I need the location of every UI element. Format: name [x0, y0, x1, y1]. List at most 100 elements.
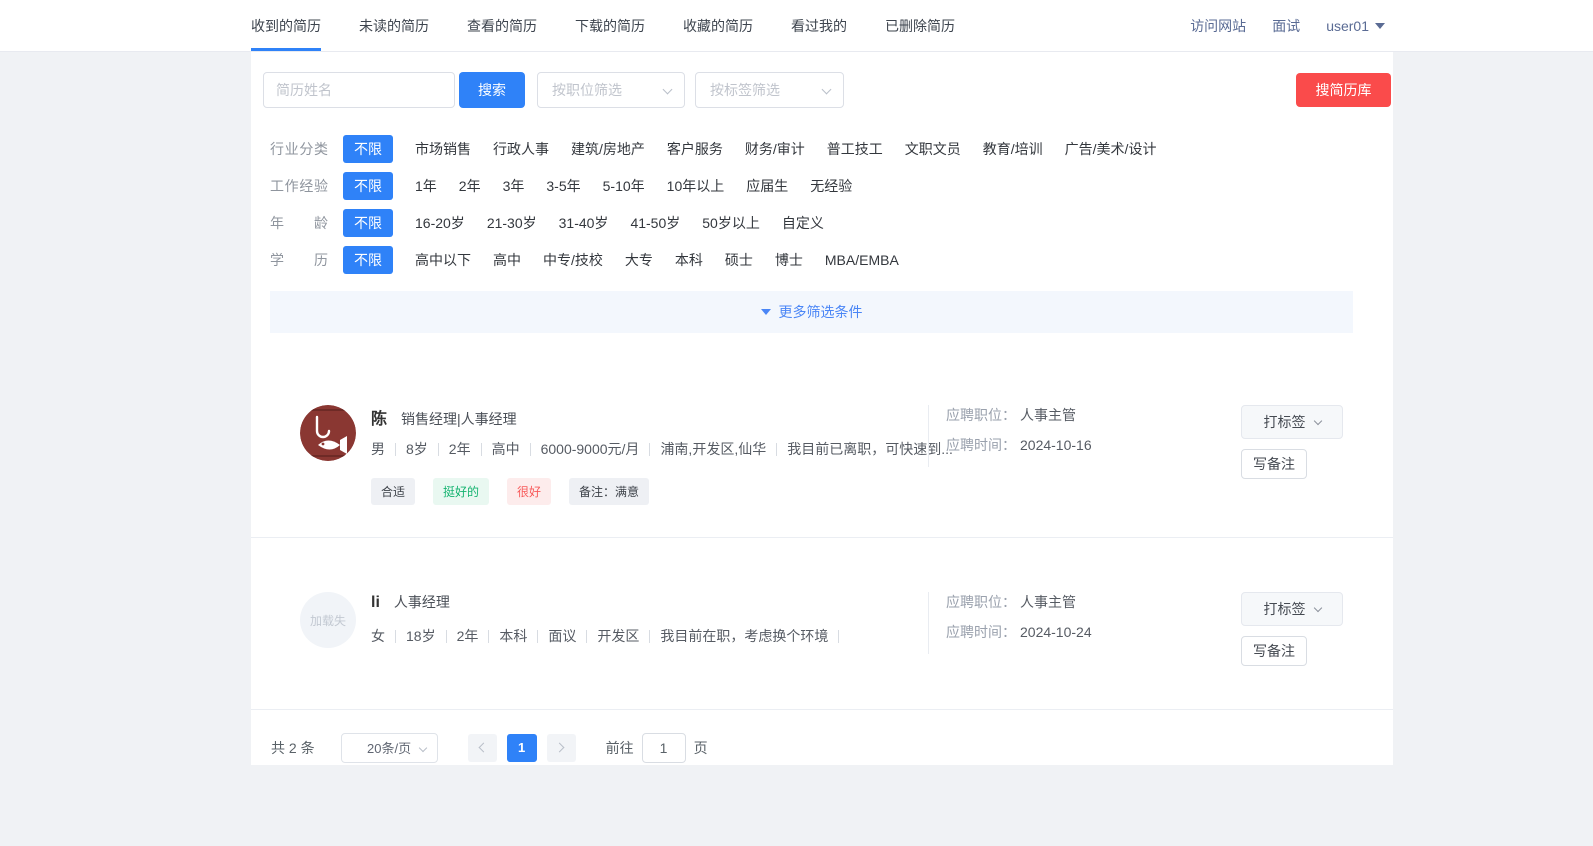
- detail-separator: [828, 628, 849, 644]
- avatar: [300, 405, 356, 461]
- chevron-down-icon: [418, 743, 426, 751]
- filter-option[interactable]: 高中以下: [415, 250, 471, 270]
- apply-position-label: 应聘职位：: [946, 592, 1016, 612]
- filter-option[interactable]: 1年: [415, 176, 437, 196]
- filter-option[interactable]: 财务/审计: [745, 139, 805, 159]
- search-bar: 搜索 按职位筛选 按标签筛选 搜简历库: [251, 52, 1393, 108]
- apply-position-value: 人事主管: [1020, 592, 1076, 612]
- add-tag-button[interactable]: 打标签: [1241, 592, 1343, 626]
- chevron-down-icon: [1313, 416, 1321, 424]
- vertical-divider: [928, 405, 929, 467]
- tab-received-resumes[interactable]: 收到的简历: [251, 0, 321, 51]
- detail-gender: 男: [371, 439, 385, 459]
- resume-name-input[interactable]: [263, 72, 455, 108]
- apply-time-label: 应聘时间：: [946, 435, 1016, 455]
- tag-filter-select[interactable]: 按标签筛选: [695, 72, 844, 108]
- filter-option[interactable]: 中专/技校: [543, 250, 603, 270]
- position-filter-select[interactable]: 按职位筛选: [537, 72, 685, 108]
- filter-option-selected[interactable]: 不限: [343, 246, 393, 274]
- filter-option[interactable]: 建筑/房地产: [571, 139, 645, 159]
- tab-downloaded-resumes[interactable]: 下载的简历: [575, 0, 645, 51]
- filter-option[interactable]: 无经验: [810, 176, 852, 196]
- detail-education: 本科: [478, 626, 527, 646]
- write-note-button[interactable]: 写备注: [1241, 636, 1307, 666]
- filter-label: 工作经验: [270, 176, 328, 196]
- filter-option[interactable]: 行政人事: [493, 139, 549, 159]
- filter-option[interactable]: 3-5年: [546, 176, 580, 196]
- apply-time-value: 2024-10-16: [1020, 437, 1092, 453]
- detail-salary: 6000-9000元/月: [520, 439, 640, 459]
- filter-option[interactable]: 自定义: [782, 213, 824, 233]
- filter-option[interactable]: 大专: [625, 250, 653, 270]
- prev-page-button[interactable]: [468, 734, 497, 762]
- goto-page-input[interactable]: [642, 733, 686, 763]
- page-size-select[interactable]: 20条/页: [341, 733, 438, 763]
- total-count: 共 2 条: [271, 738, 315, 758]
- page-number-current[interactable]: 1: [507, 734, 537, 762]
- tab-viewed-resumes[interactable]: 查看的简历: [467, 0, 537, 51]
- interview-link[interactable]: 面试: [1272, 16, 1300, 36]
- candidate-positions: 人事经理: [394, 592, 450, 612]
- resume-card: 加载失 li 人事经理 女 18岁 2年 本科 面议 开发区 我目前在职，考虑换…: [251, 538, 1393, 710]
- filter-label: 学历: [270, 250, 328, 270]
- filter-option[interactable]: 10年以上: [667, 176, 725, 196]
- chevron-right-icon: [555, 743, 565, 753]
- tag-badge: 合适: [371, 478, 415, 505]
- filter-option[interactable]: 本科: [675, 250, 703, 270]
- add-tag-label: 打标签: [1264, 412, 1306, 432]
- chevron-down-icon: [822, 85, 832, 95]
- filter-option[interactable]: 普工技工: [827, 139, 883, 159]
- filter-option[interactable]: 市场销售: [415, 139, 471, 159]
- filter-row-age: 年龄 不限 16-20岁 21-30岁 31-40岁 41-50岁 50岁以上 …: [270, 204, 1393, 241]
- filter-option[interactable]: 文职文员: [905, 139, 961, 159]
- filter-label: 年龄: [270, 213, 328, 233]
- add-tag-button[interactable]: 打标签: [1241, 405, 1343, 439]
- filter-label: 行业分类: [270, 139, 328, 159]
- filter-option[interactable]: 应届生: [746, 176, 788, 196]
- filter-option[interactable]: 41-50岁: [630, 213, 680, 233]
- filter-option[interactable]: 客户服务: [667, 139, 723, 159]
- pagination-bar: 共 2 条 20条/页 1 前往 页: [251, 710, 1393, 785]
- filter-option[interactable]: 3年: [503, 176, 525, 196]
- detail-status: 我目前已离职，可快速到...: [766, 439, 953, 459]
- next-page-button[interactable]: [547, 734, 576, 762]
- filter-option[interactable]: 教育/培训: [983, 139, 1043, 159]
- filter-option[interactable]: 50岁以上: [702, 213, 760, 233]
- search-button[interactable]: 搜索: [459, 72, 525, 108]
- tab-favorited-resumes[interactable]: 收藏的简历: [683, 0, 753, 51]
- more-filters-toggle[interactable]: 更多筛选条件: [270, 291, 1353, 333]
- main-content: 搜索 按职位筛选 按标签筛选 搜简历库 行业分类 不限 市场销售 行政人事 建筑…: [251, 52, 1393, 765]
- visit-website-link[interactable]: 访问网站: [1190, 16, 1246, 36]
- detail-experience: 2年: [436, 626, 479, 646]
- filter-option[interactable]: 21-30岁: [487, 213, 537, 233]
- goto-suffix: 页: [694, 738, 708, 758]
- write-note-button[interactable]: 写备注: [1241, 449, 1307, 479]
- filter-option[interactable]: 硕士: [725, 250, 753, 270]
- filter-option-selected[interactable]: 不限: [343, 135, 393, 163]
- resume-card: 陈 销售经理|人事经理 男 8岁 2年 高中 6000-9000元/月 浦南,开…: [251, 361, 1393, 538]
- filter-option[interactable]: 16-20岁: [415, 213, 465, 233]
- user-menu[interactable]: user01: [1326, 18, 1385, 34]
- detail-status: 我目前在职，考虑换个环境: [639, 626, 828, 646]
- filter-option[interactable]: 广告/美术/设计: [1065, 139, 1157, 159]
- top-navbar: 收到的简历 未读的简历 查看的简历 下载的简历 收藏的简历 看过我的 已删除简历…: [0, 0, 1593, 52]
- filter-option-selected[interactable]: 不限: [343, 172, 393, 200]
- apply-time-label: 应聘时间：: [946, 622, 1016, 642]
- apply-position-label: 应聘职位：: [946, 405, 1016, 425]
- candidate-name: li: [371, 594, 380, 612]
- tab-deleted-resumes[interactable]: 已删除简历: [885, 0, 955, 51]
- search-resume-bank-button[interactable]: 搜简历库: [1296, 73, 1391, 107]
- filter-option[interactable]: 高中: [493, 250, 521, 270]
- filter-option[interactable]: 博士: [775, 250, 803, 270]
- detail-experience: 2年: [428, 439, 471, 459]
- filter-option[interactable]: 2年: [459, 176, 481, 196]
- filter-option[interactable]: 5-10年: [603, 176, 645, 196]
- tag-badge: 很好: [507, 478, 551, 505]
- filter-option[interactable]: 31-40岁: [559, 213, 609, 233]
- candidate-details: 男 8岁 2年 高中 6000-9000元/月 浦南,开发区,仙华 我目前已离职…: [371, 439, 928, 459]
- filter-option[interactable]: MBA/EMBA: [825, 252, 899, 268]
- tab-who-viewed-me[interactable]: 看过我的: [791, 0, 847, 51]
- tab-unread-resumes[interactable]: 未读的简历: [359, 0, 429, 51]
- filter-option-selected[interactable]: 不限: [343, 209, 393, 237]
- detail-location: 浦南,开发区,仙华: [639, 439, 766, 459]
